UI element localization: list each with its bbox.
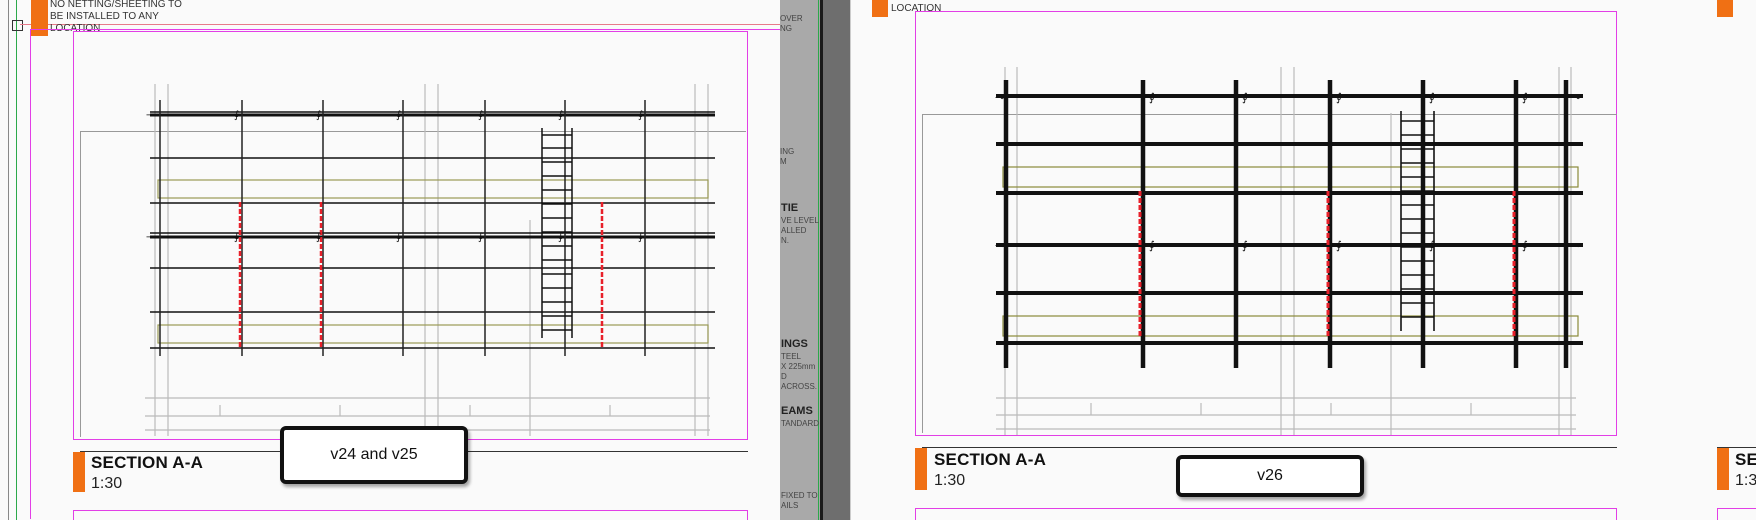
version-label-right[interactable]: v26 xyxy=(1176,455,1364,497)
svg-text:⊸: ⊸ xyxy=(995,92,1004,104)
drawing-panel-left: NO NETTING/SHEETING TO BE INSTALLED TO A… xyxy=(0,0,780,520)
left-edge-gray-line xyxy=(8,0,9,520)
far-right-section-title: SE xyxy=(1735,450,1756,469)
far-right-orange-marker xyxy=(1717,0,1733,17)
strip-ings-heading: INGS xyxy=(781,338,808,350)
svg-text:∮: ∮ xyxy=(396,232,401,243)
left-edge-green-line xyxy=(16,0,17,520)
scaffold-elevation-right: ⊸ ∮ ∮ ∮ ∮ ∮ ⊸ ⊸ ∮ ∮ ∮ ∮ ∮ ⊸ xyxy=(995,67,1583,435)
strip-eams-heading: EAMS xyxy=(781,405,813,417)
svg-text:∮: ∮ xyxy=(1429,92,1435,104)
svg-text:⊸: ⊸ xyxy=(1571,240,1580,252)
scaffold-elevation-left: ⊸ ∮ ∮ ∮ ∮ ∮ ∮ ⊸ ∮ ∮ ∮ ∮ ∮ ∮ xyxy=(145,84,715,436)
drawing-panel-right: LOCATION ⊸ ∮ ∮ ∮ ∮ ∮ ⊸ ⊸ ∮ ∮ ∮ ∮ ∮ ⊸ SEC… xyxy=(851,0,1756,520)
strip-eams-text: TANDARD xyxy=(781,419,820,428)
svg-text:∮: ∮ xyxy=(1149,92,1155,104)
svg-text:∮: ∮ xyxy=(1429,240,1435,252)
section-title: SECTION A-A xyxy=(91,453,204,472)
far-right-section-scale: 1:3 xyxy=(1735,472,1756,489)
svg-text:∮: ∮ xyxy=(638,232,643,243)
svg-text:∮: ∮ xyxy=(478,232,483,243)
svg-text:⊸: ⊸ xyxy=(1571,92,1580,104)
svg-text:∮: ∮ xyxy=(1522,240,1528,252)
svg-text:∮: ∮ xyxy=(1149,240,1155,252)
svg-text:∮: ∮ xyxy=(1336,240,1342,252)
svg-text:∮: ∮ xyxy=(1522,92,1528,104)
section-scale-right: 1:30 xyxy=(934,472,966,489)
strip-text-top: OVER NG xyxy=(780,14,803,33)
strip-text-bottom: FIXED TO AILS xyxy=(781,491,818,510)
far-right-viewport-frame xyxy=(1717,508,1756,520)
section-scale: 1:30 xyxy=(91,475,123,492)
strip-ings-text: TEEL X 225mm D ACROSS. xyxy=(781,352,818,391)
section-rule-right xyxy=(922,447,1617,448)
svg-text:∮: ∮ xyxy=(396,110,401,121)
strip-green-line xyxy=(818,0,819,520)
svg-text:∮: ∮ xyxy=(1242,240,1248,252)
svg-text:⊸: ⊸ xyxy=(995,240,1004,252)
svg-text:∮: ∮ xyxy=(478,110,483,121)
section-orange-marker xyxy=(73,452,85,492)
next-viewport-frame-right xyxy=(915,508,1617,520)
svg-text:∮: ∮ xyxy=(316,232,321,243)
svg-text:∮: ∮ xyxy=(558,110,563,121)
svg-text:∮: ∮ xyxy=(558,232,563,243)
window-divider[interactable] xyxy=(820,0,851,520)
note-orange-marker-right xyxy=(872,0,888,17)
svg-text:∮: ∮ xyxy=(234,110,239,121)
strip-tie-text: VE LEVEL ALLED N. xyxy=(781,216,819,245)
section-title-right: SECTION A-A xyxy=(934,450,1047,469)
svg-text:∮: ∮ xyxy=(234,232,239,243)
section-orange-marker-right xyxy=(915,448,927,490)
next-viewport-frame-left xyxy=(73,510,748,520)
svg-text:∮: ∮ xyxy=(638,110,643,121)
svg-text:∮: ∮ xyxy=(1242,92,1248,104)
svg-text:⊸: ⊸ xyxy=(146,232,154,243)
strip-text-2: ING M xyxy=(780,147,795,166)
crosshair-marker[interactable] xyxy=(12,20,23,31)
title-block-strip: OVER NG ING M TIE VE LEVEL ALLED N. INGS… xyxy=(780,0,820,520)
divider-dark-band xyxy=(820,0,823,520)
svg-text:∮: ∮ xyxy=(1336,92,1342,104)
svg-text:∮: ∮ xyxy=(316,110,321,121)
strip-tie-heading: TIE xyxy=(781,202,799,214)
far-right-section-marker xyxy=(1717,448,1729,490)
version-label-left[interactable]: v24 and v25 xyxy=(280,426,468,484)
svg-text:⊸: ⊸ xyxy=(146,110,154,121)
